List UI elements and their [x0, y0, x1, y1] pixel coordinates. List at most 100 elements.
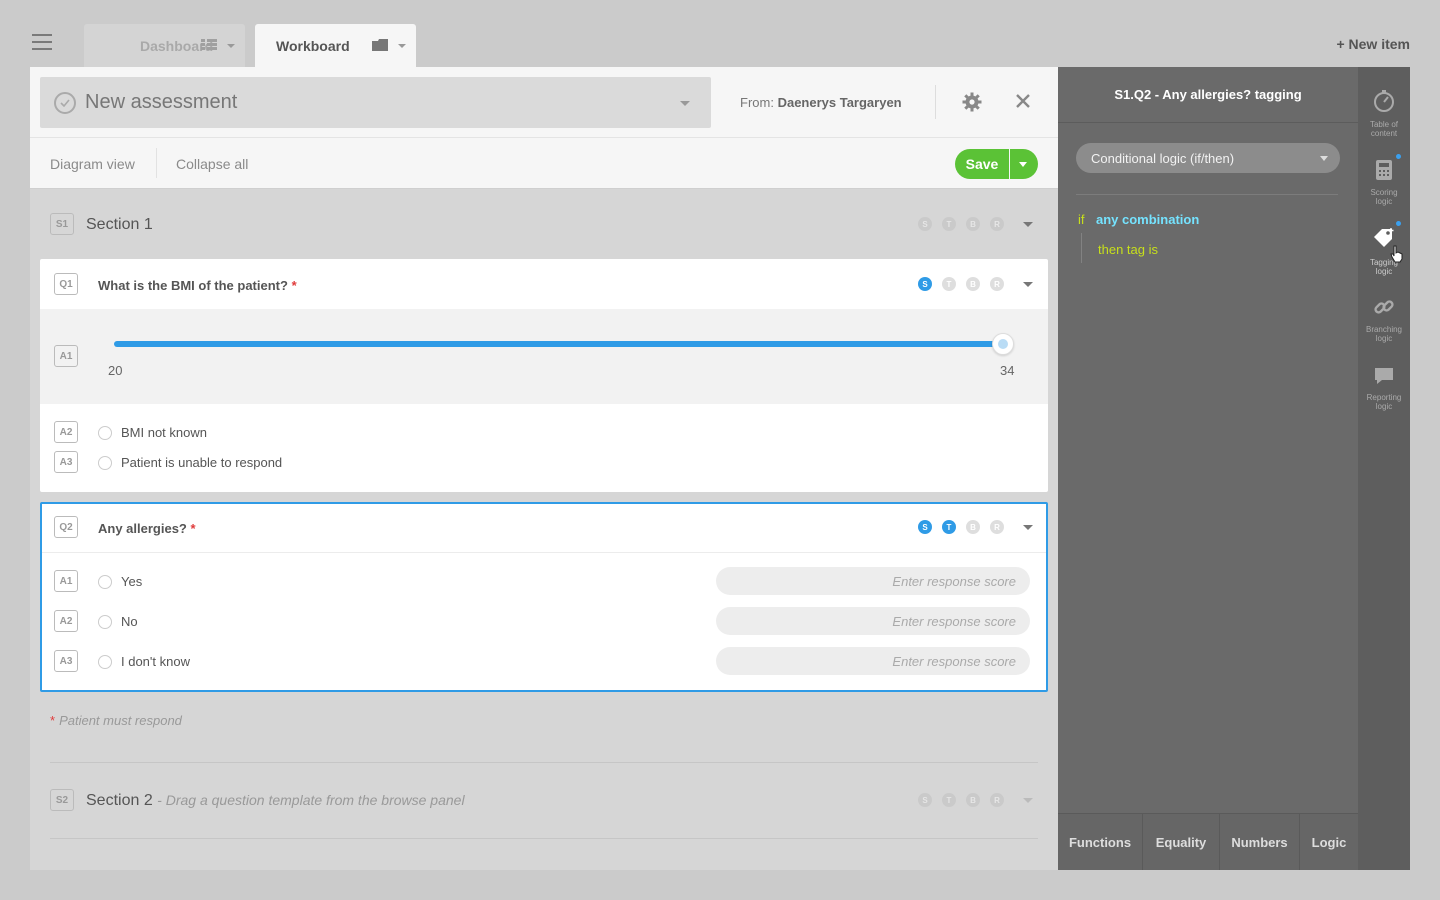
answer-label[interactable]: BMI not known — [121, 425, 207, 440]
question-title-text: Any allergies? — [98, 521, 187, 536]
answer-radio[interactable] — [98, 456, 112, 470]
assessment-editor: New assessment From: Daenerys Targaryen … — [30, 67, 1058, 870]
section-1-title[interactable]: Section 1 — [86, 216, 153, 234]
save-options-dropdown[interactable] — [1010, 149, 1038, 179]
slider-track[interactable] — [114, 341, 1004, 347]
chevron-down-icon[interactable] — [1023, 282, 1033, 287]
rail-label: Branching — [1365, 325, 1403, 334]
then-tag-token[interactable]: then tag is — [1098, 242, 1158, 257]
new-item-button[interactable]: + New item — [1336, 36, 1410, 52]
tab-workboard-label: Workboard — [276, 37, 350, 54]
slider-handle[interactable] — [992, 333, 1014, 355]
branching-indicator[interactable]: B — [966, 277, 980, 291]
rail-label: logic — [1375, 334, 1393, 343]
section-id-badge: S1 — [50, 213, 74, 235]
tagging-logic-panel: S1.Q2 - Any allergies? tagging Condition… — [1058, 67, 1358, 870]
reporting-indicator: R — [990, 793, 1004, 807]
required-mark: * — [190, 521, 196, 536]
speech-bubble-icon — [1375, 368, 1393, 384]
slider-answer: A1 20 34 — [40, 309, 1048, 404]
save-button[interactable]: Save — [955, 149, 1009, 179]
scoring-indicator: S — [918, 217, 932, 231]
rail-label: logic — [1375, 267, 1393, 276]
assessment-title-select[interactable]: New assessment — [40, 77, 711, 128]
question-title: What is the BMI of the patient? * — [98, 278, 297, 293]
tab-dashboard[interactable]: Dashboard — [84, 24, 245, 67]
rail-reporting-logic[interactable]: Reporting logic — [1358, 366, 1410, 411]
question-card-q2[interactable]: Q2 Any allergies? * S T B R A1 Yes A2 No… — [40, 502, 1048, 692]
answer-id-badge: A2 — [54, 610, 78, 632]
assessment-title: New assessment — [85, 91, 238, 113]
slider-max-value: 34 — [1000, 363, 1015, 378]
required-mark: * — [50, 713, 56, 728]
from-label: From: — [740, 95, 774, 110]
tagging-indicator[interactable]: T — [942, 277, 956, 291]
logic-palette-tabs: Functions Equality Numbers Logic — [1058, 813, 1358, 870]
condition-token[interactable]: any combination — [1096, 212, 1199, 227]
editor-toolbar: Diagram view Collapse all Save — [30, 137, 1058, 189]
answer-radio[interactable] — [98, 575, 112, 589]
divider — [50, 838, 1038, 839]
response-score-input[interactable] — [716, 647, 1030, 675]
scoring-indicator[interactable]: S — [918, 520, 932, 534]
chevron-down-icon[interactable] — [1023, 525, 1033, 530]
calculator-icon — [1376, 160, 1392, 180]
logic-rail: Table of content Scoring logic Tagging l… — [1358, 67, 1410, 870]
answer-id-badge: A2 — [54, 421, 78, 443]
answer-id-badge: A1 — [54, 345, 78, 367]
folder-icon — [372, 39, 388, 51]
section-2-title-text: Section 2 — [86, 792, 153, 809]
answer-radio[interactable] — [98, 615, 112, 629]
divider — [156, 148, 157, 178]
question-title-text: What is the BMI of the patient? — [98, 278, 288, 293]
gear-icon[interactable] — [962, 92, 982, 112]
reporting-indicator[interactable]: R — [990, 277, 1004, 291]
question-card-q1[interactable]: Q1 What is the BMI of the patient? * S T… — [40, 259, 1048, 492]
from-name: Daenerys Targaryen — [777, 95, 902, 110]
answer-label[interactable]: No — [121, 614, 138, 629]
chevron-down-icon[interactable] — [398, 44, 406, 48]
diagram-view-link[interactable]: Diagram view — [50, 156, 135, 172]
branching-indicator[interactable]: B — [966, 520, 980, 534]
logic-type-select[interactable]: Conditional logic (if/then) — [1076, 143, 1340, 173]
compass-icon — [1374, 90, 1394, 112]
close-icon[interactable] — [1013, 91, 1033, 111]
question-id-badge: Q2 — [54, 516, 78, 538]
answer-label[interactable]: Yes — [121, 574, 142, 589]
reporting-indicator[interactable]: R — [990, 520, 1004, 534]
question-id-badge: Q1 — [54, 273, 78, 295]
rail-scoring-logic[interactable]: Scoring logic — [1358, 159, 1410, 206]
tab-workboard[interactable]: Workboard — [255, 24, 416, 67]
tab-equality[interactable]: Equality — [1143, 814, 1220, 870]
answer-label[interactable]: Patient is unable to respond — [121, 455, 282, 470]
section-2-title[interactable]: Section 2 - Drag a question template fro… — [86, 792, 465, 810]
tab-numbers[interactable]: Numbers — [1220, 814, 1300, 870]
branching-indicator: B — [966, 793, 980, 807]
response-score-input[interactable] — [716, 607, 1030, 635]
rail-branching-logic[interactable]: Branching logic — [1358, 296, 1410, 343]
rail-label: logic — [1375, 402, 1393, 411]
rail-table-of-content[interactable]: Table of content — [1358, 89, 1410, 138]
chevron-down-icon[interactable] — [1023, 798, 1033, 803]
divider — [1076, 194, 1338, 195]
tagging-indicator: T — [942, 217, 956, 231]
menu-icon[interactable] — [32, 34, 52, 50]
question-title: Any allergies? * — [98, 521, 196, 536]
tab-functions[interactable]: Functions — [1058, 814, 1143, 870]
answer-radio[interactable] — [98, 655, 112, 669]
scoring-indicator[interactable]: S — [918, 277, 932, 291]
tagging-indicator[interactable]: T — [942, 520, 956, 534]
tagging-active-dot — [1396, 221, 1401, 226]
branching-indicator: B — [966, 217, 980, 231]
answer-label[interactable]: I don't know — [121, 654, 190, 669]
collapse-all-link[interactable]: Collapse all — [176, 156, 248, 172]
required-mark: * — [291, 278, 297, 293]
chevron-down-icon[interactable] — [227, 44, 235, 48]
tagging-indicator: T — [942, 793, 956, 807]
response-score-input[interactable] — [716, 567, 1030, 595]
answer-radio[interactable] — [98, 426, 112, 440]
chevron-down-icon[interactable] — [1023, 222, 1033, 227]
divider — [935, 85, 936, 119]
tab-logic[interactable]: Logic — [1300, 814, 1358, 870]
required-note-text: Patient must respond — [59, 713, 182, 728]
